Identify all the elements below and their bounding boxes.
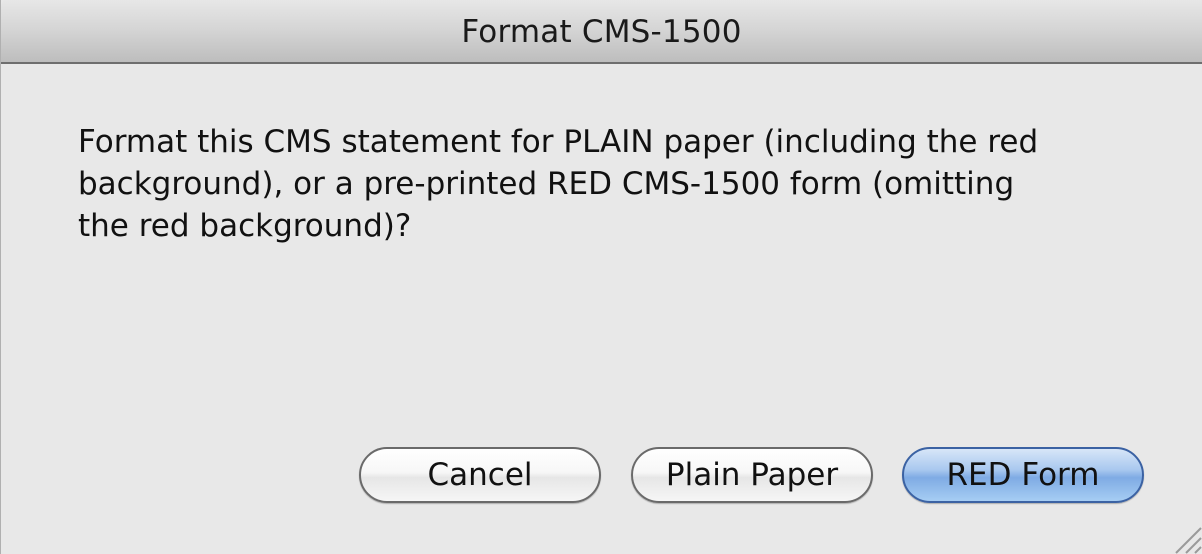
- red-form-button[interactable]: RED Form: [902, 447, 1144, 503]
- message-line: background), or a pre-printed RED CMS-15…: [78, 166, 1015, 202]
- format-dialog: Format CMS-1500 Format this CMS statemen…: [0, 0, 1202, 554]
- message-line: the red background)?: [78, 208, 412, 244]
- plain-paper-button[interactable]: Plain Paper: [631, 447, 873, 503]
- cancel-button[interactable]: Cancel: [359, 447, 601, 503]
- message-line: Format this CMS statement for PLAIN pape…: [78, 124, 1039, 160]
- title-bar[interactable]: Format CMS-1500: [1, 0, 1202, 64]
- resize-grip-icon[interactable]: [1168, 520, 1202, 554]
- window-title: Format CMS-1500: [461, 14, 742, 50]
- dialog-message: Format this CMS statement for PLAIN pape…: [78, 121, 1158, 247]
